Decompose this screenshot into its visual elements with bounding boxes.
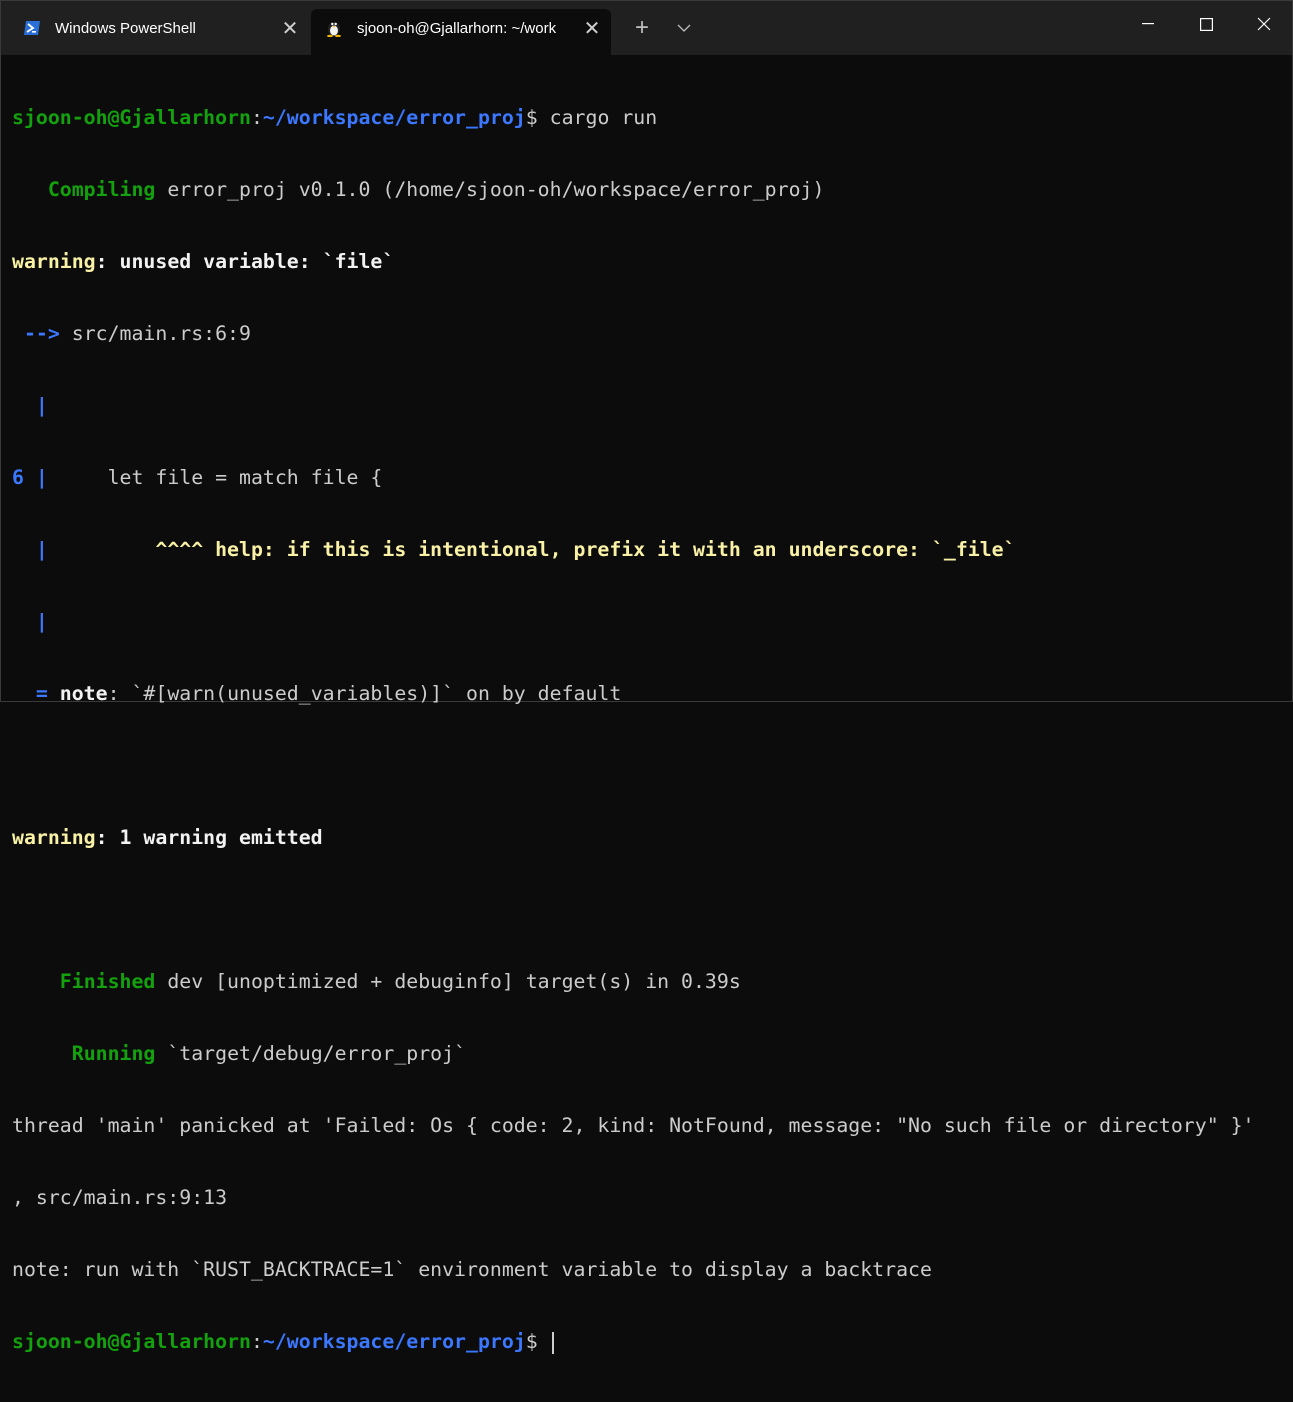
backtrace-note: note: run with `RUST_BACKTRACE=1` enviro… [12, 1258, 932, 1281]
panic-line: thread 'main' panicked at 'Failed: Os { … [12, 1114, 1287, 1138]
line-number: 6 [12, 466, 24, 489]
gutter-line: | [12, 610, 1287, 634]
output-line: Finished dev [unoptimized + debuginfo] t… [12, 970, 1287, 994]
location-arrow: --> [12, 322, 60, 345]
prompt-separator: : [250, 106, 263, 129]
linux-tux-icon [325, 19, 343, 37]
location-text: src/main.rs:6:9 [59, 322, 251, 345]
tab-title: sjoon-oh@Gjallarhorn: ~/work [357, 19, 557, 37]
tab-linux-terminal[interactable]: sjoon-oh@Gjallarhorn: ~/work ✕ [311, 9, 611, 55]
prompt-user: sjoon-oh@Gjallarhorn [12, 106, 251, 129]
warning-line: warning: unused variable: `file` [12, 250, 1287, 274]
output-text: dev [unoptimized + debuginfo] target(s) … [155, 970, 741, 993]
close-tab-icon[interactable]: ✕ [579, 15, 605, 41]
warning-text: : 1 warning emitted [95, 826, 323, 849]
prompt-user: sjoon-oh@Gjallarhorn [12, 1330, 251, 1353]
command-text: cargo run [549, 106, 658, 129]
powershell-icon [23, 19, 41, 37]
warning-keyword: warning [12, 250, 96, 273]
new-tab-plus-icon[interactable]: + [627, 14, 657, 41]
code-text: let file = match file { [47, 466, 383, 489]
warning-text: : unused variable: `file` [95, 250, 395, 273]
prompt-symbol: $ [525, 1330, 550, 1353]
gutter-bar: | [23, 466, 48, 489]
code-line: 6 | let file = match file { [12, 466, 1287, 490]
minimize-icon[interactable] [1119, 1, 1177, 47]
tab-windows-powershell[interactable]: Windows PowerShell ✕ [9, 9, 309, 47]
note-line: = note: `#[warn(unused_variables)]` on b… [12, 682, 1287, 706]
location-line: --> src/main.rs:6:9 [12, 322, 1287, 346]
output-line: Compiling error_proj v0.1.0 (/home/sjoon… [12, 178, 1287, 202]
help-hint: ^^^^ help: if this is intentional, prefi… [155, 538, 1016, 561]
hint-line: | ^^^^ help: if this is intentional, pre… [12, 538, 1287, 562]
warning-summary-line: warning: 1 warning emitted [12, 826, 1287, 850]
status-keyword: Finished [59, 970, 156, 993]
warning-keyword: warning [12, 826, 96, 849]
panic-location: , src/main.rs:9:13 [12, 1186, 228, 1209]
tab-bar: Windows PowerShell ✕ sjoon-oh@Gjallarhor… [1, 1, 1292, 55]
prompt-path: ~/workspace/error_proj [262, 1330, 526, 1353]
prompt-line: sjoon-oh@Gjallarhorn:~/workspace/error_p… [12, 106, 1287, 130]
maximize-icon[interactable] [1177, 1, 1235, 47]
tab-title: Windows PowerShell [55, 19, 196, 37]
status-keyword: Compiling [47, 178, 156, 201]
prompt-line: sjoon-oh@Gjallarhorn:~/workspace/error_p… [12, 1330, 1287, 1354]
status-keyword: Running [71, 1042, 156, 1065]
close-tab-icon[interactable]: ✕ [277, 15, 303, 41]
gutter-bar: | [12, 610, 48, 633]
gutter-bar: | [12, 394, 48, 417]
gutter-bar: | [12, 538, 48, 561]
text-cursor [551, 1331, 554, 1354]
prompt-symbol: $ [525, 106, 550, 129]
terminal-output[interactable]: sjoon-oh@Gjallarhorn:~/workspace/error_p… [12, 58, 1287, 1354]
output-line: Running `target/debug/error_proj` [12, 1042, 1287, 1066]
chevron-down-icon[interactable] [669, 15, 699, 41]
note-line: note: run with `RUST_BACKTRACE=1` enviro… [12, 1258, 1287, 1282]
panic-line: , src/main.rs:9:13 [12, 1186, 1287, 1210]
close-icon[interactable] [1235, 1, 1293, 47]
output-text: error_proj v0.1.0 (/home/sjoon-oh/worksp… [155, 178, 825, 201]
output-text: `target/debug/error_proj` [155, 1042, 467, 1065]
prompt-separator: : [250, 1330, 263, 1353]
gutter-line: | [12, 394, 1287, 418]
terminal-window: Windows PowerShell ✕ sjoon-oh@Gjallarhor… [0, 0, 1293, 1354]
panic-text: thread 'main' panicked at 'Failed: Os { … [12, 1114, 1255, 1137]
prompt-path: ~/workspace/error_proj [262, 106, 526, 129]
